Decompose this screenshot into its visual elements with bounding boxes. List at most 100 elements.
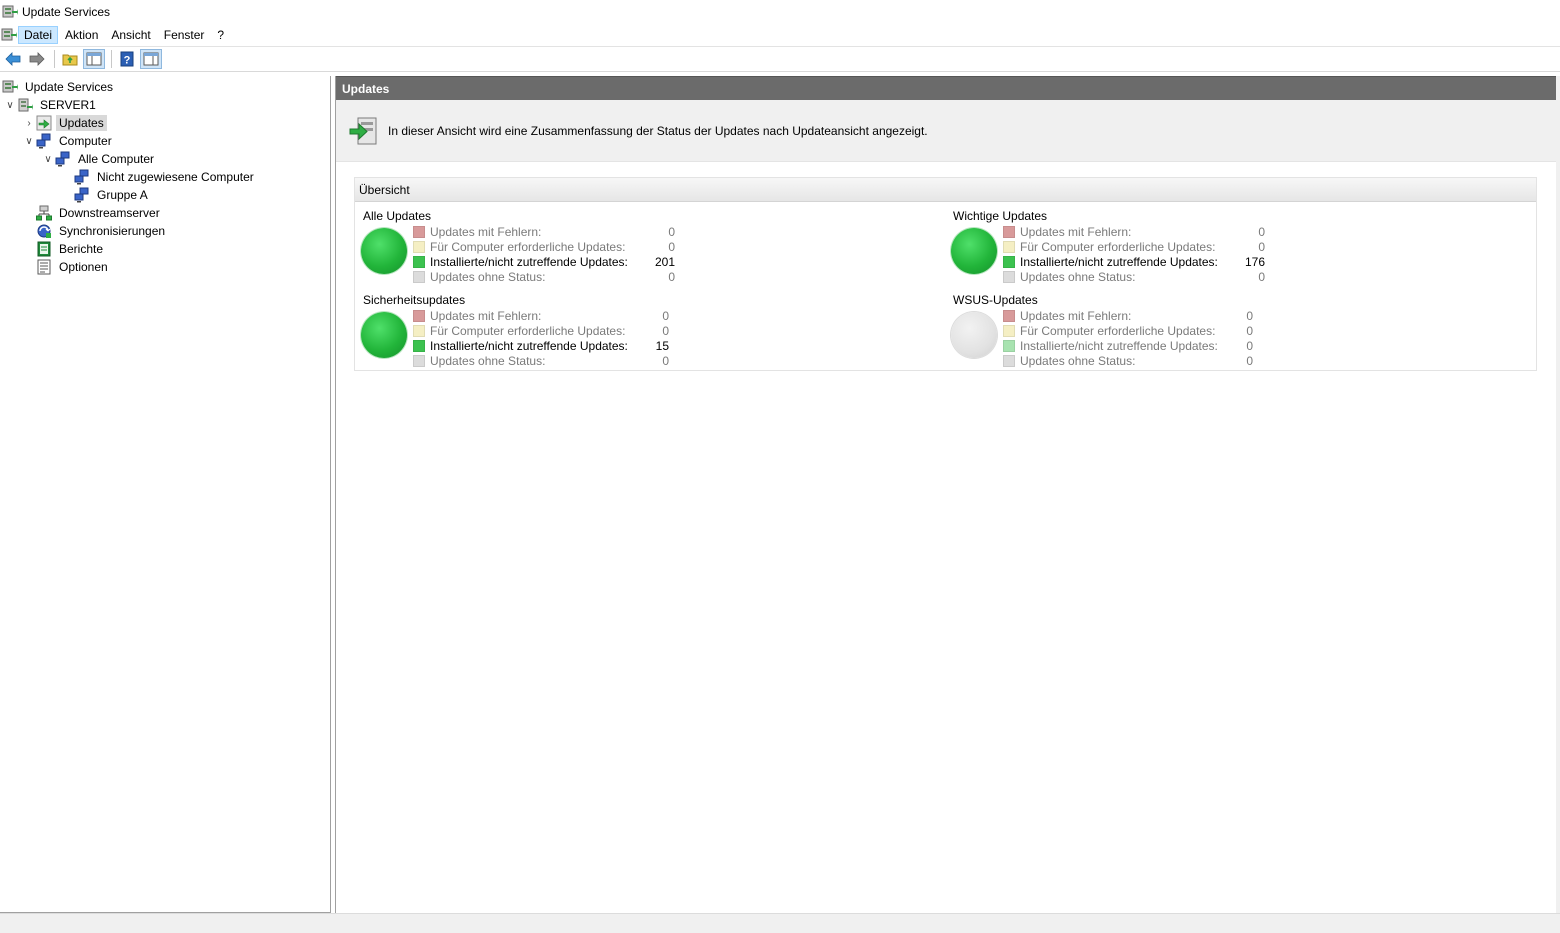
stat-value[interactable]: 0 (1235, 354, 1253, 368)
help-icon: ? (120, 51, 134, 67)
stat-label: Installierte/nicht zutreffende Updates: (430, 254, 628, 269)
show-console-tree-button[interactable] (83, 49, 105, 69)
stat-no-status: Updates ohne Status: 0 (413, 353, 669, 368)
toolbar: ? (0, 46, 1560, 72)
menu-bar: Datei Aktion Ansicht Fenster ? (0, 24, 1560, 46)
computers-icon (74, 187, 89, 203)
menu-ansicht[interactable]: Ansicht (105, 26, 156, 44)
stat-value[interactable]: 0 (645, 240, 675, 254)
updates-icon (349, 117, 377, 144)
stat-value[interactable]: 0 (1235, 225, 1265, 239)
tree-item-options[interactable]: Optionen (36, 258, 111, 276)
menu-aktion[interactable]: Aktion (59, 26, 104, 44)
tree-item-label: Computer (59, 134, 112, 148)
stat-installed: Installierte/nicht zutreffende Updates: … (413, 338, 669, 353)
tree-item-update-services[interactable]: Update Services (2, 78, 116, 96)
tree-item-updates[interactable]: › Updates (22, 114, 107, 132)
show-action-pane-button[interactable] (140, 49, 162, 69)
stat-errors: Updates mit Fehlern: 0 (1003, 308, 1253, 323)
tree-item-label: Alle Computer (78, 152, 155, 166)
svg-text:?: ? (124, 55, 131, 67)
chevron-down-icon[interactable]: ∨ (3, 98, 17, 112)
stat-errors: Updates mit Fehlern: 0 (413, 224, 675, 239)
sync-icon (37, 224, 51, 238)
overview-panel: Übersicht Alle Updates Updates mit Fehle… (354, 177, 1537, 371)
menu-fenster[interactable]: Fenster (158, 26, 211, 44)
chevron-right-icon[interactable]: › (22, 116, 36, 130)
stat-label: Updates ohne Status: (1020, 353, 1136, 368)
tree-item-computer[interactable]: ∨ Computer (22, 132, 115, 150)
group-all-updates: Alle Updates Updates mit Fehlern: 0 Für … (357, 209, 777, 289)
description-text: In dieser Ansicht wird eine Zusammenfass… (388, 123, 928, 138)
options-icon (37, 259, 51, 275)
stat-label: Für Computer erforderliche Updates: (430, 323, 626, 338)
stat-value[interactable]: 0 (645, 309, 669, 323)
stat-value[interactable]: 176 (1235, 255, 1265, 269)
chevron-down-icon[interactable]: ∨ (41, 152, 55, 166)
menu-datei[interactable]: Datei (18, 26, 59, 44)
stat-label: Updates mit Fehlern: (1020, 308, 1132, 323)
stat-installed: Installierte/nicht zutreffende Updates: … (1003, 254, 1265, 269)
tree-item-reports[interactable]: Berichte (36, 240, 106, 258)
group-wsus-updates: WSUS-Updates Updates mit Fehlern: 0 Für … (947, 293, 1367, 373)
stat-needed: Für Computer erforderliche Updates: 0 (413, 323, 669, 338)
console-tree: Update Services ∨ SERVER1 › Updates ∨ Co… (0, 76, 331, 913)
group-title[interactable]: Sicherheitsupdates (363, 293, 465, 307)
stat-no-status: Updates ohne Status: 0 (413, 269, 675, 284)
computers-icon (55, 151, 70, 167)
stat-no-status: Updates ohne Status: 0 (1003, 269, 1265, 284)
stat-value[interactable]: 0 (1235, 270, 1265, 284)
menu-help[interactable]: ? (211, 26, 230, 44)
stat-label: Updates ohne Status: (1020, 269, 1136, 284)
stat-value[interactable]: 0 (1235, 240, 1265, 254)
reports-icon (37, 241, 51, 257)
chevron-down-icon[interactable]: ∨ (22, 134, 36, 148)
stat-needed: Für Computer erforderliche Updates: 0 (413, 239, 675, 254)
legend-nostatus-swatch (413, 270, 425, 283)
group-title[interactable]: WSUS-Updates (953, 293, 1038, 307)
stat-installed: Installierte/nicht zutreffende Updates: … (413, 254, 675, 269)
stat-value[interactable]: 0 (645, 354, 669, 368)
tree-item-label: Updates (56, 115, 107, 131)
group-important-updates: Wichtige Updates Updates mit Fehlern: 0 … (947, 209, 1367, 289)
stat-value[interactable]: 15 (645, 339, 669, 353)
stat-value[interactable]: 0 (1235, 309, 1253, 323)
tree-item-label: Nicht zugewiesene Computer (97, 170, 254, 184)
stat-value[interactable]: 201 (645, 255, 675, 269)
group-title[interactable]: Wichtige Updates (953, 209, 1047, 223)
tree-item-group-a[interactable]: Gruppe A (74, 186, 151, 204)
stat-value[interactable]: 0 (645, 324, 669, 338)
tree-item-label: Update Services (25, 80, 114, 94)
title-bar: Update Services (0, 0, 1560, 24)
group-security-updates: Sicherheitsupdates Updates mit Fehlern: … (357, 293, 777, 373)
pane-header: Updates (336, 76, 1556, 100)
stat-label: Für Computer erforderliche Updates: (1020, 323, 1216, 338)
tree-item-unassigned-computers[interactable]: Nicht zugewiesene Computer (74, 168, 257, 186)
group-title[interactable]: Alle Updates (363, 209, 431, 223)
legend-installed-swatch (1003, 255, 1015, 268)
stat-value[interactable]: 0 (1235, 339, 1253, 353)
stat-label: Updates mit Fehlern: (430, 224, 542, 239)
legend-needed-swatch (1003, 324, 1015, 337)
forward-button[interactable] (26, 49, 48, 69)
stat-value[interactable]: 0 (645, 225, 675, 239)
stat-label: Updates ohne Status: (430, 269, 546, 284)
stat-value[interactable]: 0 (1235, 324, 1253, 338)
arrow-left-icon (5, 52, 21, 66)
up-folder-button[interactable] (59, 49, 81, 69)
tree-item-server1[interactable]: ∨ SERVER1 (3, 96, 99, 114)
console-tree-icon (86, 52, 102, 66)
back-button[interactable] (2, 49, 24, 69)
tree-item-all-computers[interactable]: ∨ Alle Computer (41, 150, 157, 168)
stat-value[interactable]: 0 (645, 270, 675, 284)
legend-nostatus-swatch (1003, 354, 1015, 367)
status-circle-green (361, 228, 407, 274)
legend-error-swatch (413, 225, 425, 238)
status-bar (0, 913, 1560, 933)
tree-item-synchronizations[interactable]: Synchronisierungen (36, 222, 168, 240)
mmc-icon[interactable] (1, 27, 17, 43)
help-button[interactable]: ? (116, 49, 138, 69)
status-circle-green (361, 312, 407, 358)
toolbar-separator (54, 50, 55, 68)
tree-item-downstream-servers[interactable]: Downstreamserver (36, 204, 163, 222)
